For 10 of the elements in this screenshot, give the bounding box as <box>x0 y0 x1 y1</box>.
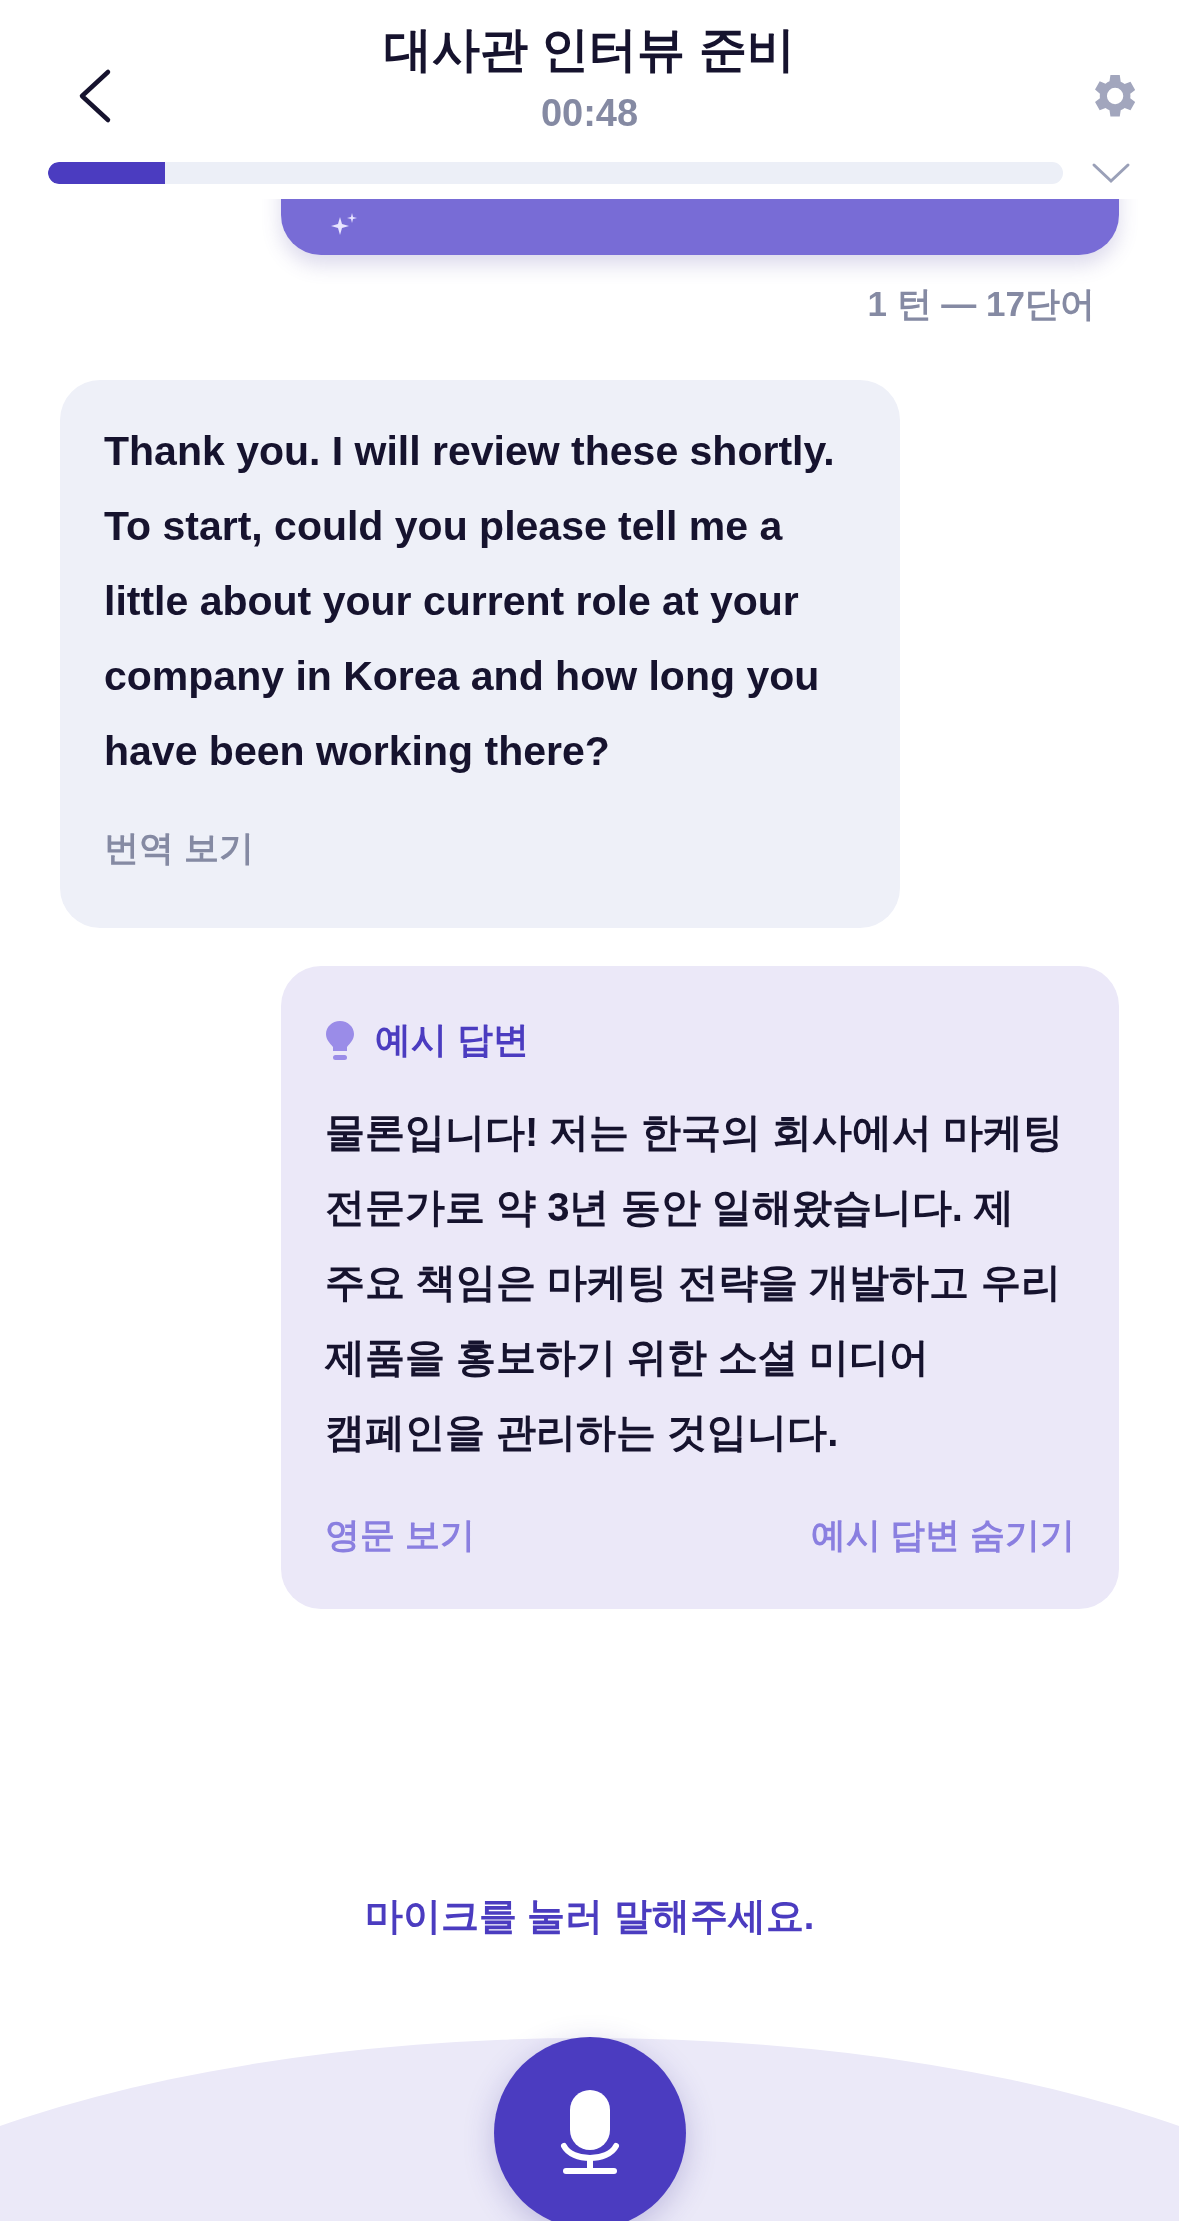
message-text: Thank you. I will review these shortly. To start, could you please tell me a little about your current role at your company in Korea and how long you have been working there? <box>104 427 836 776</box>
translate-link[interactable]: 번역 보기 <box>104 825 254 872</box>
example-text: 물론입니다! 저는 한국의 회사에서 마케팅 전문가로 약 3년 동안 일해왔습니다. 제 주요 책임은 마케팅 전략을 개발하고 우리 제품을 홍보하기 위한 소셜 미디어 캠페인을 관리하는 것입니다. <box>325 1109 1064 1456</box>
turn-count: 1 턴 — 17단어 <box>867 283 1095 325</box>
card-link[interactable]: 예시 답변 숨기기 <box>810 1512 1075 1559</box>
prompt-text: 마이크를 눌러 말해주세요. <box>363 1894 816 1939</box>
example-label: 예시 답변 <box>375 1018 529 1062</box>
timer: 00:48 <box>540 92 639 135</box>
card-link[interactable]: 영문 보기 <box>325 1512 475 1559</box>
page-title: 대사관 인터뷰 준비 <box>384 22 795 78</box>
